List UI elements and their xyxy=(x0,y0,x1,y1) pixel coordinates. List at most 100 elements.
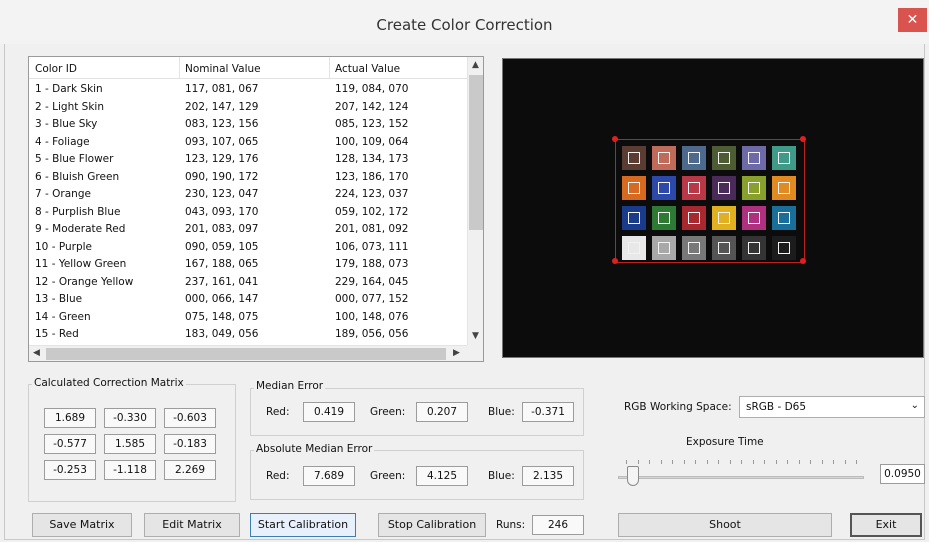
nominal-value-cell: 043, 093, 170 xyxy=(185,205,259,218)
table-row[interactable]: 4 - Foliage 093, 107, 065 100, 109, 064 xyxy=(29,134,467,152)
color-patch xyxy=(772,146,796,170)
color-id-cell: 2 - Light Skin xyxy=(35,100,105,113)
table-row[interactable]: 7 - Orange 230, 123, 047 224, 123, 037 xyxy=(29,186,467,204)
horizontal-scrollbar[interactable]: ◀ ▶ xyxy=(29,345,467,361)
color-id-cell: 4 - Foliage xyxy=(35,135,90,148)
slider-tick xyxy=(672,460,673,464)
exposure-slider-track[interactable] xyxy=(618,476,864,479)
frame-corner-handle[interactable] xyxy=(612,136,618,142)
vertical-scrollbar[interactable]: ▲ ▼ xyxy=(467,57,483,345)
column-divider[interactable] xyxy=(179,57,180,79)
patch-marker xyxy=(658,212,670,224)
patch-marker xyxy=(658,152,670,164)
color-id-cell: 8 - Purplish Blue xyxy=(35,205,121,218)
table-row[interactable]: 11 - Yellow Green 167, 188, 065 179, 188, … xyxy=(29,256,467,274)
actual-value-cell: 201, 081, 092 xyxy=(335,223,409,235)
patch-marker xyxy=(748,182,760,194)
color-patch xyxy=(652,206,676,230)
scroll-up-icon[interactable]: ▲ xyxy=(472,60,479,70)
slider-tick xyxy=(718,460,719,464)
nominal-value-cell: 167, 188, 065 xyxy=(185,258,259,270)
scroll-right-icon[interactable]: ▶ xyxy=(453,348,460,358)
slider-tick xyxy=(649,460,650,464)
color-patch xyxy=(742,206,766,230)
stop-calibration-button[interactable]: Stop Calibration xyxy=(378,513,486,537)
actual-value-cell: 123, 186, 170 xyxy=(335,170,409,183)
exit-button[interactable]: Exit xyxy=(850,513,922,537)
close-button[interactable]: ✕ xyxy=(898,8,927,32)
vertical-scroll-thumb[interactable] xyxy=(469,75,483,230)
table-row[interactable]: 13 - Blue 000, 066, 147 000, 077, 152 xyxy=(29,291,467,309)
edit-matrix-button[interactable]: Edit Matrix xyxy=(144,513,240,537)
table-row[interactable]: 12 - Orange Yellow 237, 161, 041 229, 164,… xyxy=(29,274,467,292)
start-calibration-button[interactable]: Start Calibration xyxy=(250,513,356,537)
table-row[interactable]: 15 - Red 183, 049, 056 189, 056, 056 xyxy=(29,326,467,344)
table-row[interactable]: 9 - Moderate Red 201, 083, 097 201, 081, 0… xyxy=(29,221,467,239)
matrix-cell: 1.689 xyxy=(44,408,96,428)
actual-value-cell: 179, 188, 073 xyxy=(335,258,409,270)
actual-value-cell: 059, 102, 172 xyxy=(335,205,409,218)
patch-marker xyxy=(718,212,730,224)
rgb-working-space-select[interactable]: sRGB - D65 ⌄ xyxy=(739,396,925,418)
scroll-down-icon[interactable]: ▼ xyxy=(472,331,479,341)
color-patch xyxy=(712,236,736,260)
color-id-cell: 9 - Moderate Red xyxy=(35,223,126,235)
color-patch xyxy=(712,176,736,200)
table-row[interactable]: 8 - Purplish Blue 043, 093, 170 059, 102, … xyxy=(29,204,467,222)
slider-tick xyxy=(821,460,823,464)
column-header-color-id[interactable]: Color ID xyxy=(35,63,77,75)
matrix-cell: -0.253 xyxy=(44,460,96,480)
color-patch xyxy=(682,236,706,260)
color-patch xyxy=(772,176,796,200)
table-row[interactable]: 2 - Light Skin 202, 147, 129 207, 142, 124 xyxy=(29,99,467,117)
color-id-cell: 5 - Blue Flower xyxy=(35,153,114,165)
color-id-cell: 13 - Blue xyxy=(35,293,83,305)
color-patch xyxy=(652,236,676,260)
column-header-nominal-value[interactable]: Nominal Value xyxy=(185,63,261,75)
color-patch xyxy=(712,206,736,230)
abs-green-label: Green: xyxy=(370,470,406,482)
actual-value-cell: 207, 142, 124 xyxy=(335,100,409,113)
table-row[interactable]: 6 - Bluish Green 090, 190, 172 123, 186, 1… xyxy=(29,169,467,187)
table-row[interactable]: 3 - Blue Sky 083, 123, 156 085, 123, 152 xyxy=(29,116,467,134)
patch-marker xyxy=(778,242,790,254)
matrix-cell: -0.577 xyxy=(44,434,96,454)
frame-corner-handle[interactable] xyxy=(800,258,806,264)
abs-green-value: 4.125 xyxy=(416,466,468,486)
slider-tick xyxy=(729,460,731,464)
color-table[interactable]: Color ID Nominal Value Actual Value 1 - … xyxy=(28,56,484,362)
horizontal-scroll-thumb[interactable] xyxy=(46,348,446,360)
patch-marker xyxy=(748,212,760,224)
slider-tick xyxy=(637,460,639,464)
color-id-cell: 12 - Orange Yellow xyxy=(35,275,134,288)
slider-tick xyxy=(787,460,788,464)
column-divider[interactable] xyxy=(329,57,330,79)
color-id-cell: 11 - Yellow Green xyxy=(35,258,127,270)
table-row[interactable]: 5 - Blue Flower 123, 129, 176 128, 134, 17… xyxy=(29,151,467,169)
matrix-cell: 1.585 xyxy=(104,434,156,454)
median-blue-label: Blue: xyxy=(488,406,515,418)
title-bar: Create Color Correction ✕ xyxy=(0,0,929,44)
exposure-time-value[interactable]: 0.0950 xyxy=(880,464,925,484)
frame-corner-handle[interactable] xyxy=(800,136,806,142)
scroll-left-icon[interactable]: ◀ xyxy=(33,348,40,358)
patch-marker xyxy=(778,212,790,224)
median-green-label: Green: xyxy=(370,406,406,418)
patch-marker xyxy=(718,152,730,164)
abs-red-label: Red: xyxy=(266,470,290,482)
frame-corner-handle[interactable] xyxy=(612,258,618,264)
actual-value-cell: 119, 084, 070 xyxy=(335,83,409,95)
table-row[interactable]: 10 - Purple 090, 059, 105 106, 073, 111 xyxy=(29,239,467,257)
table-row[interactable]: 14 - Green 075, 148, 075 100, 148, 076 xyxy=(29,309,467,327)
patch-marker xyxy=(718,182,730,194)
exposure-slider-thumb[interactable] xyxy=(627,466,640,486)
column-header-actual-value[interactable]: Actual Value xyxy=(335,63,400,75)
save-matrix-button[interactable]: Save Matrix xyxy=(32,513,132,537)
abs-blue-value: 2.135 xyxy=(522,466,574,486)
shoot-button[interactable]: Shoot xyxy=(618,513,832,537)
color-patch xyxy=(622,176,646,200)
patch-marker xyxy=(628,242,640,254)
color-checker-frame xyxy=(612,136,806,264)
slider-tick xyxy=(706,460,708,464)
table-row[interactable]: 1 - Dark Skin 117, 081, 067 119, 084, 070 xyxy=(29,81,467,99)
